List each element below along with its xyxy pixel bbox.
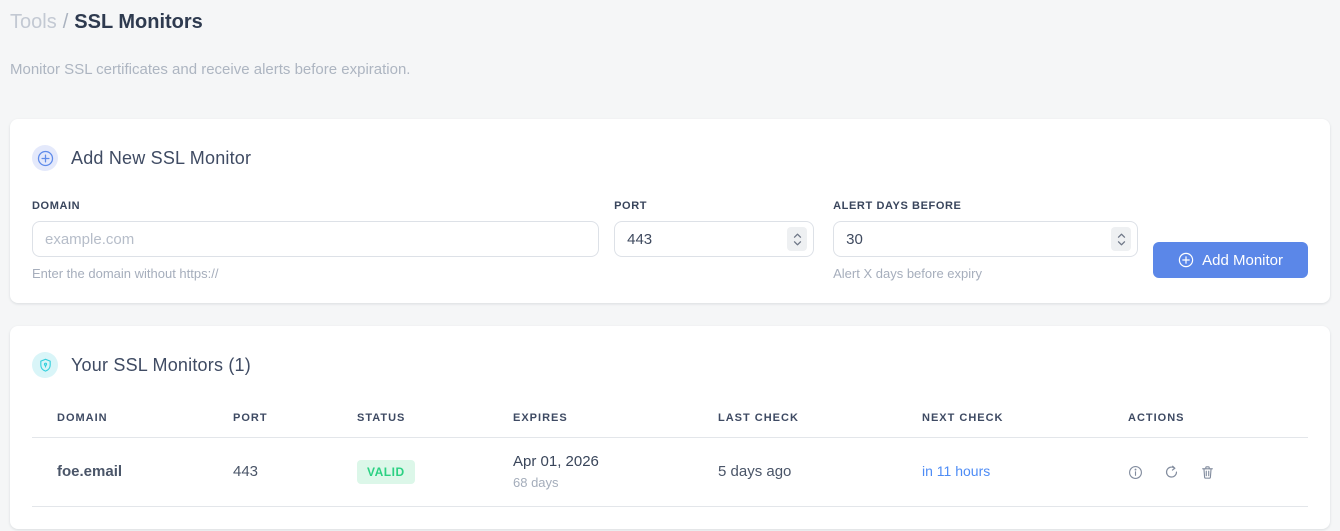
status-badge: VALID bbox=[357, 459, 415, 484]
page: Tools / SSL Monitors Monitor SSL certifica… bbox=[0, 0, 1340, 529]
add-monitor-button-label: Add Monitor bbox=[1202, 251, 1283, 269]
page-subtitle: Monitor SSL certificates and receive ale… bbox=[10, 61, 411, 78]
domain-field-group: DOMAIN Enter the domain without https:// bbox=[32, 200, 600, 281]
next-check-time: in 11 hours bbox=[922, 463, 991, 479]
monitors-card-title: Your SSL Monitors (1) bbox=[71, 354, 251, 375]
add-monitor-form: DOMAIN Enter the domain without https://… bbox=[32, 200, 1308, 281]
domain-label: DOMAIN bbox=[32, 200, 81, 212]
cell-port: 443 bbox=[208, 437, 332, 507]
refresh-icon[interactable] bbox=[1164, 465, 1179, 480]
cell-last-check: 5 days ago bbox=[693, 437, 897, 507]
column-header-last-check: LAST CHECK bbox=[693, 402, 897, 438]
breadcrumb: Tools / SSL Monitors bbox=[10, 8, 1330, 36]
table-row: foe.email 443 VALID Apr 01, 2026 68 days… bbox=[32, 437, 1308, 507]
monitors-card-header: Your SSL Monitors (1) bbox=[32, 352, 1308, 378]
expires-days-remaining: 68 days bbox=[513, 475, 559, 490]
cell-status: VALID bbox=[332, 437, 488, 507]
port-stepper[interactable] bbox=[787, 227, 808, 251]
trash-icon[interactable] bbox=[1200, 465, 1215, 480]
add-monitor-card-title: Add New SSL Monitor bbox=[71, 147, 252, 168]
monitors-card: Your SSL Monitors (1) DOMAIN PORT STATUS… bbox=[10, 326, 1330, 529]
column-header-status: STATUS bbox=[332, 402, 488, 438]
cell-expires: Apr 01, 2026 68 days bbox=[488, 437, 693, 507]
port-field-group: PORT bbox=[614, 200, 815, 281]
info-icon[interactable] bbox=[1128, 465, 1143, 480]
breadcrumb-tools-link[interactable]: Tools bbox=[10, 11, 57, 33]
alert-days-stepper[interactable] bbox=[1111, 227, 1132, 251]
submit-field-group: Add Monitor bbox=[1153, 200, 1308, 281]
port-input[interactable] bbox=[614, 221, 815, 257]
alert-days-hint: Alert X days before expiry bbox=[833, 266, 982, 281]
alert-days-input[interactable] bbox=[833, 221, 1139, 257]
column-header-port: PORT bbox=[208, 402, 332, 438]
page-title: SSL Monitors bbox=[74, 11, 203, 33]
table-header-row: DOMAIN PORT STATUS EXPIRES LAST CHECK NE… bbox=[32, 402, 1308, 438]
domain-hint: Enter the domain without https:// bbox=[32, 266, 219, 281]
column-header-actions: ACTIONS bbox=[1103, 402, 1308, 438]
column-header-expires: EXPIRES bbox=[488, 402, 693, 438]
breadcrumb-separator: / bbox=[62, 11, 69, 33]
alert-days-label: ALERT DAYS BEFORE bbox=[833, 200, 962, 212]
cell-actions bbox=[1103, 437, 1308, 507]
plus-circle-icon bbox=[1178, 252, 1194, 268]
add-monitor-card: Add New SSL Monitor DOMAIN Enter the dom… bbox=[10, 119, 1330, 303]
alert-days-field-group: ALERT DAYS BEFORE Alert X days before ex… bbox=[833, 200, 1139, 281]
plus-circle-icon bbox=[32, 145, 58, 171]
column-header-next-check: NEXT CHECK bbox=[897, 402, 1103, 438]
cell-next-check: in 11 hours bbox=[897, 437, 1103, 507]
domain-input[interactable] bbox=[32, 221, 600, 257]
add-monitor-button[interactable]: Add Monitor bbox=[1153, 242, 1308, 278]
add-monitor-card-header: Add New SSL Monitor bbox=[32, 145, 1308, 171]
column-header-domain: DOMAIN bbox=[32, 402, 208, 438]
cell-domain: foe.email bbox=[32, 437, 208, 507]
shield-icon bbox=[32, 352, 58, 378]
expires-date: Apr 01, 2026 bbox=[513, 453, 599, 470]
port-label: PORT bbox=[614, 200, 648, 212]
monitors-table: DOMAIN PORT STATUS EXPIRES LAST CHECK NE… bbox=[32, 402, 1308, 507]
